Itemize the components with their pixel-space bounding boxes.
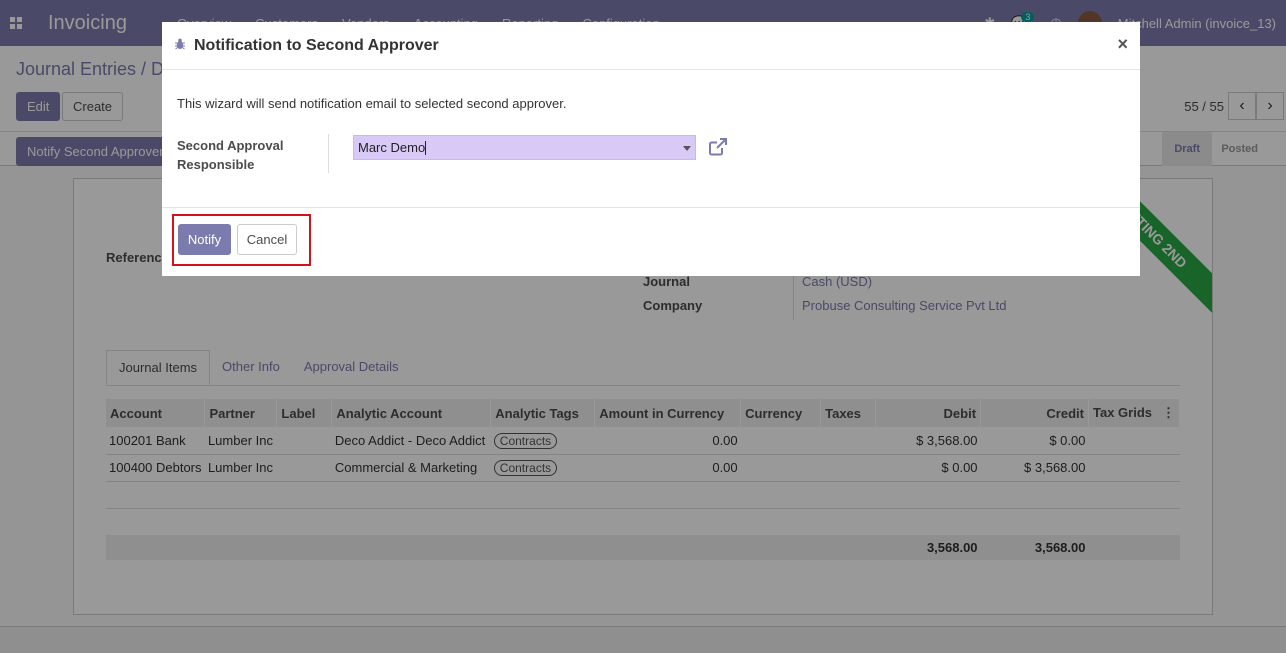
notification-dialog: Notification to Second Approver × This w… [162, 22, 1140, 276]
text-cursor [425, 140, 427, 155]
cancel-button[interactable]: Cancel [237, 224, 297, 255]
dialog-footer: Notify Cancel [162, 209, 1140, 276]
field-separator [328, 134, 329, 173]
dialog-header: Notification to Second Approver × [162, 22, 1140, 70]
notify-button[interactable]: Notify [178, 224, 231, 255]
dropdown-caret-icon[interactable] [683, 146, 691, 151]
close-icon[interactable]: × [1117, 34, 1128, 55]
approver-value: Marc Demo [358, 140, 426, 155]
second-approval-label: Second Approval Responsible [177, 138, 284, 172]
second-approver-select[interactable]: Marc Demo [353, 135, 696, 160]
dialog-intro-text: This wizard will send notification email… [177, 96, 567, 111]
bug-icon [174, 38, 186, 53]
dialog-body: This wizard will send notification email… [162, 70, 1140, 208]
external-link-icon[interactable] [707, 136, 729, 158]
dialog-title: Notification to Second Approver [194, 36, 439, 54]
